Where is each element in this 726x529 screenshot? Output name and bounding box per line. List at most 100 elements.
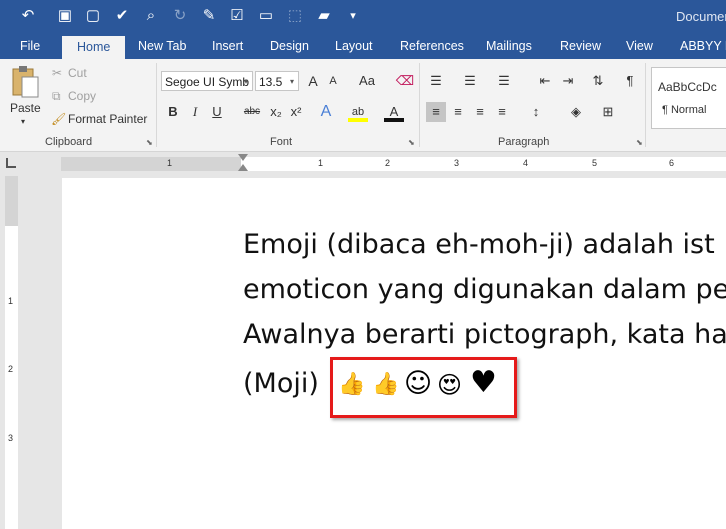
tab-review[interactable]: Review (560, 34, 601, 59)
numbering-icon[interactable]: ☰ (460, 71, 480, 91)
new-document-icon[interactable]: ▢ (83, 6, 103, 26)
ruler-number: 1 (8, 296, 14, 306)
tab-file[interactable]: File (20, 34, 40, 59)
document-line-4: (Moji) (243, 368, 319, 399)
cut-button[interactable]: Cut (68, 66, 87, 80)
paste-label: Paste (10, 101, 41, 115)
format-painter-button[interactable]: Format Painter (68, 112, 147, 126)
multilevel-list-icon[interactable]: ☰ (494, 71, 514, 91)
subscript-button[interactable]: x₂ (266, 102, 286, 122)
italic-button[interactable]: I (185, 102, 205, 122)
justify-icon[interactable]: ≡ (492, 102, 512, 122)
tab-insert[interactable]: Insert (212, 34, 243, 59)
highlight-box (330, 357, 517, 418)
decrease-indent-icon[interactable]: ⇤ (535, 71, 555, 91)
shrink-font-button[interactable]: A (323, 71, 343, 91)
document-line-2: emoticon yang digunakan dalam pe (243, 274, 726, 305)
tab-design[interactable]: Design (270, 34, 309, 59)
font-launcher-icon[interactable]: ⬊ (408, 139, 416, 147)
horizontal-ruler[interactable]: 1 1 2 3 4 5 6 (0, 152, 726, 176)
redo-icon[interactable]: ↻ (170, 6, 190, 26)
ruler-number: 6 (669, 158, 675, 168)
ruler-number: 1 (318, 158, 324, 168)
save-icon[interactable]: ▣ (55, 6, 75, 26)
superscript-button[interactable]: x² (286, 102, 306, 122)
copy-button[interactable]: Copy (68, 89, 96, 103)
change-case-button[interactable]: Aa (355, 71, 379, 91)
font-name-combo[interactable]: Segoe UI Symb ▾ (161, 71, 253, 91)
highlight-button[interactable]: ab (348, 102, 368, 122)
tab-selector-icon[interactable] (6, 158, 16, 168)
save-check-icon[interactable]: ✔ (112, 6, 132, 26)
shading-icon[interactable]: ◈ (566, 102, 586, 122)
bold-button[interactable]: B (163, 102, 183, 122)
tab-abbyy[interactable]: ABBYY F (680, 34, 726, 59)
underline-button[interactable]: U (207, 102, 227, 122)
chevron-down-icon: ▾ (243, 77, 248, 86)
paragraph-launcher-icon[interactable]: ⬊ (636, 139, 644, 147)
clipboard-group-label: Clipboard (45, 136, 93, 148)
ruler-number: 3 (454, 158, 460, 168)
tab-mailings[interactable]: Mailings (486, 34, 532, 59)
tab-new-tab[interactable]: New Tab (138, 34, 186, 59)
open-folder-icon[interactable]: ▰ (314, 6, 334, 26)
ruler-margin (61, 157, 241, 171)
text-effects-button[interactable]: A (316, 102, 336, 122)
ruler-margin (5, 176, 18, 226)
document-line-3: Awalnya berarti pictograph, kata ha (243, 319, 726, 350)
sort-icon[interactable]: ⇅ (588, 71, 608, 91)
show-marks-button[interactable]: ¶ (620, 71, 640, 91)
vertical-ruler[interactable]: 1 2 3 (0, 176, 20, 529)
borders-icon[interactable]: ⊞ (598, 102, 618, 122)
line-spacing-icon[interactable]: ↕ (526, 102, 546, 122)
divider (645, 63, 646, 147)
ruler-number: 5 (592, 158, 598, 168)
copy-icon: ⧉ (52, 89, 61, 103)
ruler-number: 4 (523, 158, 529, 168)
document-title: Documen (676, 9, 726, 24)
paste-button[interactable]: Paste ▾ (6, 63, 44, 129)
tab-view[interactable]: View (626, 34, 653, 59)
ribbon-tabs: File Home New Tab Insert Design Layout R… (0, 34, 726, 59)
align-center-icon[interactable]: ≡ (448, 102, 468, 122)
font-color-button[interactable]: A (384, 102, 404, 122)
strikethrough-button[interactable]: abc (240, 102, 264, 122)
align-right-icon[interactable]: ≡ (470, 102, 490, 122)
font-group-label: Font (270, 136, 293, 148)
customize-icon[interactable]: ▾ (343, 6, 363, 26)
chevron-down-icon: ▾ (289, 77, 294, 86)
ruler-number: 2 (385, 158, 391, 168)
font-size-combo[interactable]: 13.5 ▾ (255, 71, 299, 91)
ruler-number: 3 (8, 433, 14, 443)
increase-indent-icon[interactable]: ⇥ (558, 71, 578, 91)
style-normal[interactable]: AaBbCcDc ¶ Normal (651, 67, 726, 129)
divider (419, 63, 420, 147)
grow-font-button[interactable]: A (303, 71, 323, 91)
ruler-track (5, 176, 18, 529)
print-preview-icon[interactable]: ⌕ (141, 6, 161, 26)
paragraph-group-label: Paragraph (498, 136, 550, 148)
align-left-icon[interactable]: ≡ (426, 102, 446, 122)
bullets-icon[interactable]: ☰ (426, 71, 446, 91)
tab-home[interactable]: Home (62, 36, 126, 59)
style-preview: AaBbCcDc (658, 80, 717, 94)
hanging-indent-marker[interactable] (238, 164, 248, 171)
select-area-icon[interactable]: ⬚ (285, 6, 305, 26)
style-label: ¶ Normal (662, 104, 707, 116)
ribbon: Paste ▾ ✂ Cut ⧉ Copy 🖌 Format Painter Cl… (0, 59, 726, 152)
ruler-number: 1 (167, 158, 173, 168)
undo-icon[interactable]: ↶ (18, 6, 38, 26)
ruler-number: 2 (8, 364, 14, 374)
tab-references[interactable]: References (400, 34, 464, 59)
font-size-value: 13.5 (259, 75, 283, 89)
edit-icon[interactable]: ✎ (199, 6, 219, 26)
chevron-down-icon: ▾ (21, 117, 26, 126)
tab-layout[interactable]: Layout (335, 34, 373, 59)
paste-icon (12, 66, 39, 98)
document-line-1: Emoji (dibaca eh-moh-ji) adalah ist (243, 229, 715, 260)
check-box-icon[interactable]: ☑ (227, 6, 247, 26)
clear-formatting-icon[interactable]: ⌫ (395, 71, 415, 91)
first-line-indent-marker[interactable] (238, 154, 248, 161)
comment-icon[interactable]: ▭ (256, 6, 276, 26)
clipboard-launcher-icon[interactable]: ⬊ (146, 139, 154, 147)
